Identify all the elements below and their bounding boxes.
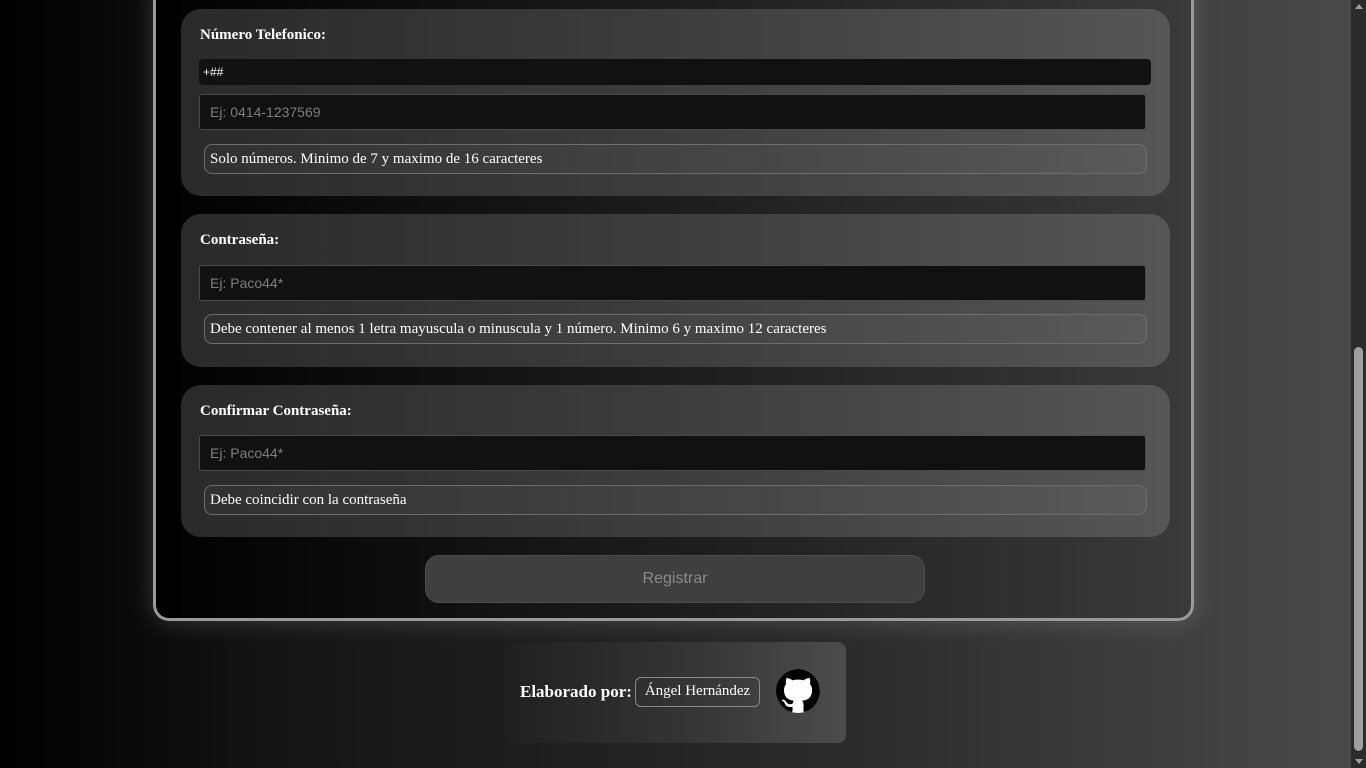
password-hint: Debe contener al menos 1 letra mayuscula…	[204, 314, 1147, 344]
confirm-password-hint: Debe coincidir con la contraseña	[204, 485, 1147, 515]
password-label: Contraseña:	[200, 232, 280, 248]
author-link[interactable]: Ángel Hernández	[635, 677, 760, 707]
password-input[interactable]: Ej: Paco44*	[199, 265, 1146, 301]
github-icon[interactable]	[776, 669, 820, 713]
page: Número Telefonico: +## Ej: 0414-1237569 …	[0, 0, 1351, 768]
scroll-down-arrow-icon[interactable]	[1355, 759, 1363, 764]
phone-input[interactable]: Ej: 0414-1237569	[199, 94, 1146, 130]
vertical-scrollbar[interactable]	[1351, 0, 1366, 768]
password-field-group: Contraseña: Ej: Paco44* Debe contener al…	[181, 214, 1170, 367]
phone-prefix-field[interactable]: +##	[199, 59, 1151, 85]
scroll-up-arrow-icon[interactable]	[1355, 4, 1363, 9]
phone-hint: Solo números. Minimo de 7 y maximo de 16…	[204, 144, 1147, 174]
confirm-password-field-group: Confirmar Contraseña: Ej: Paco44* Debe c…	[181, 385, 1170, 537]
footer-label: Elaborado por:	[520, 682, 632, 701]
confirm-password-label: Confirmar Contraseña:	[200, 403, 352, 419]
register-button[interactable]: Registrar	[425, 555, 925, 603]
footer: Elaborado por: Ángel Hernández	[505, 642, 846, 743]
confirm-password-input[interactable]: Ej: Paco44*	[199, 435, 1146, 471]
scrollbar-thumb[interactable]	[1354, 347, 1363, 751]
phone-field-group: Número Telefonico: +## Ej: 0414-1237569 …	[181, 9, 1170, 196]
phone-label: Número Telefonico:	[200, 27, 326, 43]
